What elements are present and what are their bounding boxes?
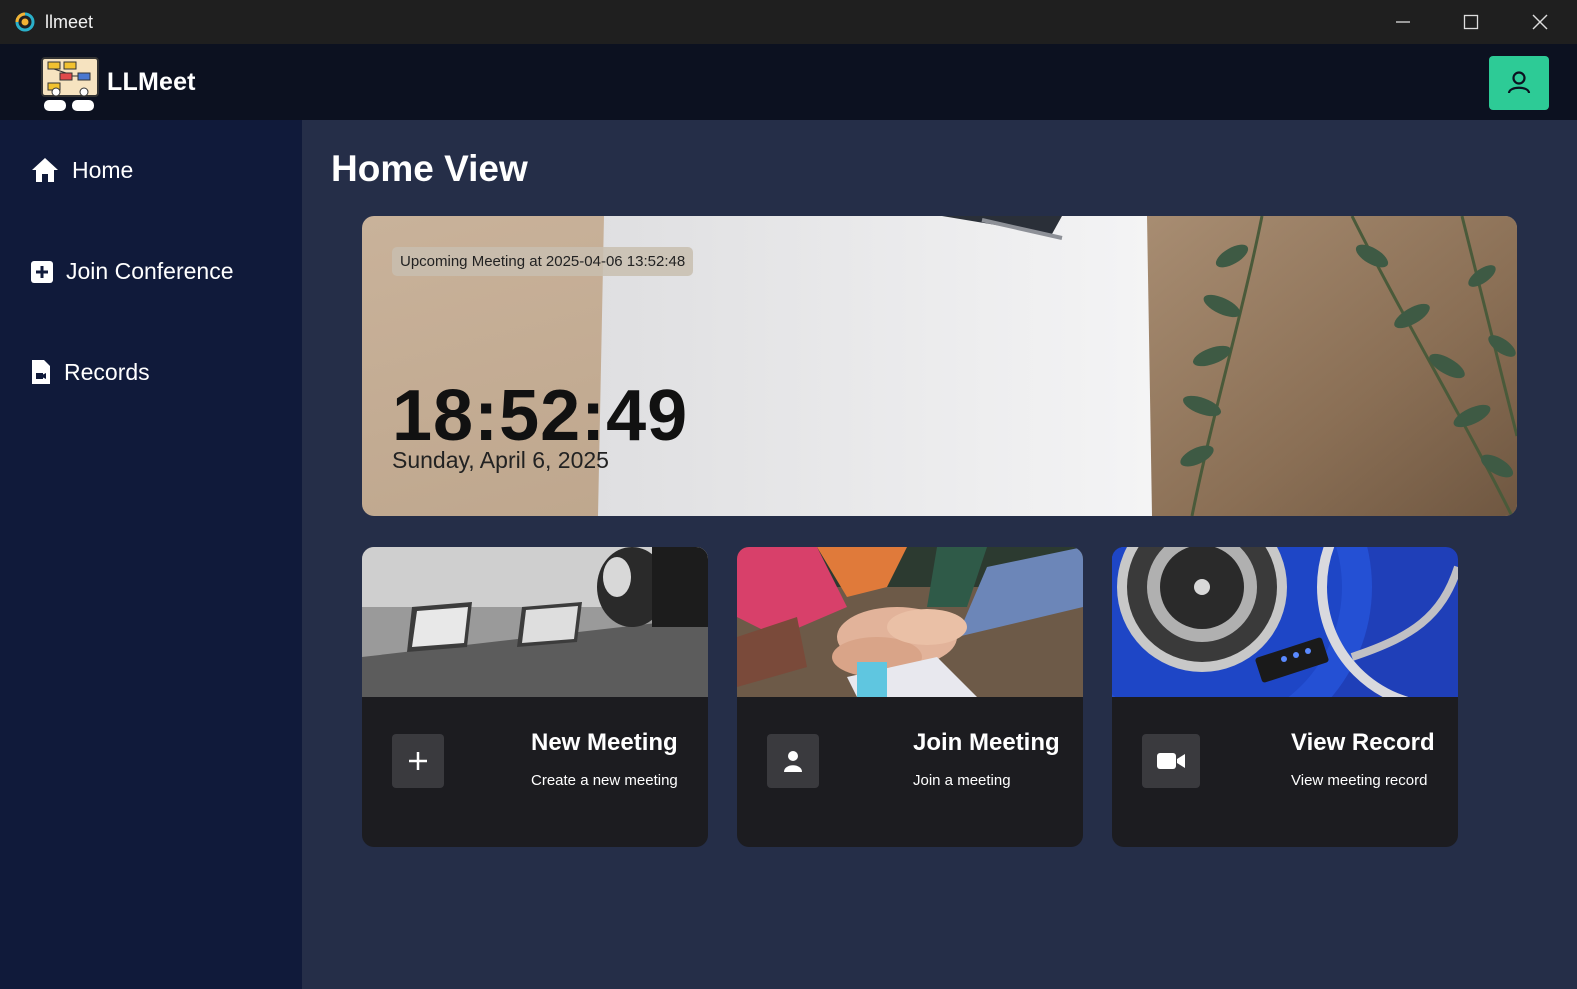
sidebar-item-home[interactable]: Home	[30, 156, 133, 184]
stacked-hands-image	[737, 547, 1083, 697]
minimize-button[interactable]	[1368, 0, 1438, 44]
page-title: Home View	[331, 148, 528, 189]
app-icon	[15, 12, 35, 32]
sidebar-item-label: Join Conference	[66, 258, 234, 284]
close-icon	[1532, 14, 1548, 30]
clock-date: Sunday, April 6, 2025	[392, 447, 609, 473]
sidebar-item-join-conference[interactable]: Join Conference	[30, 258, 234, 285]
brand-name: LLMeet	[107, 68, 196, 96]
card-title: View Record	[1291, 729, 1435, 756]
vinyl-turntable-image	[1112, 547, 1458, 697]
user-icon	[1507, 71, 1531, 94]
join-meeting-card[interactable]: Join Meeting Join a meeting	[737, 547, 1083, 847]
maximize-button[interactable]	[1436, 0, 1506, 44]
sidebar	[0, 120, 302, 989]
upcoming-meeting-badge: Upcoming Meeting at 2025-04-06 13:52:48	[392, 247, 694, 276]
card-subtitle: Create a new meeting	[531, 772, 678, 789]
sidebar-item-label: Records	[64, 358, 150, 385]
new-meeting-card[interactable]: New Meeting Create a new meeting	[362, 547, 708, 847]
view-record-card[interactable]: View Record View meeting record	[1112, 547, 1458, 847]
video-camera-icon	[1157, 753, 1185, 769]
card-title: New Meeting	[531, 729, 678, 756]
clock-time: 18:52:49	[392, 376, 689, 456]
plus-square-icon	[30, 260, 54, 284]
office-laptops-image	[362, 547, 708, 697]
close-button[interactable]	[1505, 0, 1575, 44]
sidebar-item-label: Home	[72, 156, 134, 183]
logo-icon	[41, 57, 99, 111]
home-icon	[30, 156, 60, 184]
window-title: llmeet	[45, 12, 94, 32]
join-meeting-icon-button[interactable]	[767, 734, 819, 788]
new-meeting-icon-button[interactable]	[392, 734, 444, 788]
maximize-icon	[1463, 14, 1479, 30]
window-titlebar: llmeet	[0, 0, 1577, 44]
card-title: Join Meeting	[913, 729, 1060, 756]
sidebar-item-records[interactable]: Records	[30, 358, 150, 386]
profile-button[interactable]	[1489, 56, 1549, 110]
view-record-icon-button[interactable]	[1142, 734, 1200, 788]
minimize-icon	[1396, 21, 1410, 23]
app-header	[0, 44, 1577, 120]
card-subtitle: Join a meeting	[913, 772, 1011, 789]
file-video-icon	[30, 358, 52, 386]
user-icon	[784, 751, 802, 772]
plus-icon	[409, 752, 427, 770]
card-subtitle: View meeting record	[1291, 772, 1428, 789]
